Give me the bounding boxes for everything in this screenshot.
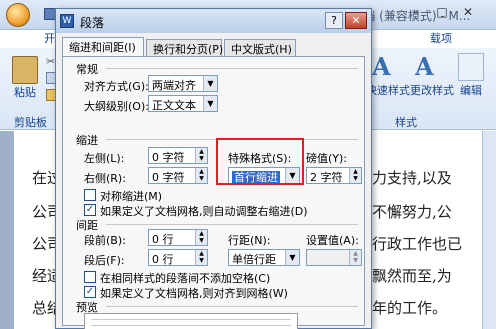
paragraph-icon: W: [60, 14, 74, 28]
tab-line-page-breaks[interactable]: 换行和分页(P): [146, 39, 223, 56]
spinner-icon[interactable]: ▲ ▼: [195, 168, 207, 183]
highlight-box: [216, 138, 304, 185]
doc-text-right: 行政工作也已: [372, 235, 463, 253]
tab-asian-typography[interactable]: 中文版式(H): [224, 39, 296, 56]
styles-group-label: 样式: [395, 116, 417, 129]
right-indent-input[interactable]: 0 字符 ▲ ▼: [148, 167, 208, 184]
left-indent-label: 左侧(L):: [84, 152, 125, 165]
spinner-icon[interactable]: ▲ ▼: [195, 148, 207, 163]
section-divider: [106, 306, 358, 307]
doc-text-right: 年的工作。: [372, 299, 448, 317]
change-styles-icon[interactable]: A: [415, 52, 434, 81]
section-divider: [106, 224, 358, 225]
chevron-down-icon[interactable]: ▼: [203, 96, 217, 111]
spinner-icon[interactable]: ▲ ▼: [349, 168, 361, 183]
line-spacing-label: 行距(N):: [228, 234, 271, 247]
tab-addins[interactable]: 载项: [430, 30, 452, 46]
doc-text-right: 飘然而至,为: [372, 267, 452, 285]
section-divider: [106, 68, 358, 69]
general-section-title: 常规: [76, 63, 98, 76]
spinner-icon[interactable]: ▲ ▼: [349, 250, 361, 265]
vertical-scrollbar[interactable]: [482, 131, 496, 329]
mirror-indents-label[interactable]: 对称缩进(M): [100, 188, 162, 204]
preview-pane: [84, 313, 298, 329]
office-button[interactable]: [6, 3, 30, 27]
close-button[interactable]: ✕: [345, 12, 367, 29]
help-button[interactable]: ?: [325, 12, 343, 29]
minimize-icon[interactable]: –: [406, 5, 426, 21]
mirror-indents-checkbox[interactable]: [84, 189, 96, 201]
alignment-label: 对齐方式(G):: [84, 80, 149, 93]
preview-line: [91, 325, 291, 326]
snap-to-grid-checkbox[interactable]: ✓: [84, 286, 96, 298]
alignment-select[interactable]: 两端对齐 ▼: [148, 75, 218, 92]
window-controls: – □ ✕: [400, 5, 490, 23]
right-indent-label: 右侧(R):: [84, 172, 126, 185]
chevron-down-icon[interactable]: ▼: [203, 76, 217, 91]
snap-to-grid-label[interactable]: 如果定义了文档网格,则对齐到网格(W): [100, 285, 288, 301]
paste-button-label[interactable]: 粘贴: [14, 84, 36, 100]
spacing-section-title: 间距: [76, 219, 98, 232]
space-before-label: 段前(B):: [84, 234, 126, 247]
maximize-icon[interactable]: □: [432, 5, 452, 21]
find-icon[interactable]: [458, 53, 484, 81]
doc-text-right: 不懈努力,公: [372, 203, 452, 221]
edit-label[interactable]: 编辑: [460, 82, 482, 98]
quick-styles-icon[interactable]: A: [372, 52, 391, 81]
space-before-input[interactable]: 0 行 ▲ ▼: [148, 229, 208, 246]
space-after-input[interactable]: 0 行 ▲ ▼: [148, 249, 208, 266]
outline-level-label: 大纲级别(O):: [84, 100, 149, 113]
no-space-same-style-label[interactable]: 在相同样式的段落间不添加空格(C): [100, 270, 270, 286]
left-indent-input[interactable]: 0 字符 ▲ ▼: [148, 147, 208, 164]
dialog-title-bar[interactable]: W 段落 ? ✕: [56, 9, 371, 33]
paragraph-dialog: W 段落 ? ✕ 缩进和间距(I) 换行和分页(P) 中文版式(H) 常规 对齐…: [55, 8, 372, 329]
at-input[interactable]: ▲ ▼: [306, 249, 362, 266]
spinner-icon[interactable]: ▲ ▼: [195, 250, 207, 265]
preview-line: [91, 319, 291, 320]
tab-indents-spacing[interactable]: 缩进和间距(I): [62, 37, 144, 56]
close-window-icon[interactable]: ✕: [458, 5, 478, 21]
outline-level-select[interactable]: 正文文本 ▼: [148, 95, 218, 112]
auto-adjust-indent-checkbox[interactable]: ✓: [84, 204, 96, 216]
spinner-icon[interactable]: ▲ ▼: [195, 230, 207, 245]
doc-text-right: 力支持,以及: [372, 169, 452, 187]
quick-styles-label[interactable]: 快速样式: [366, 82, 410, 98]
paste-icon[interactable]: [12, 56, 38, 84]
line-spacing-select[interactable]: 单倍行距 ▼: [228, 249, 300, 266]
indent-by-label: 磅值(Y):: [306, 152, 348, 165]
space-after-label: 段后(F):: [84, 254, 125, 267]
indentation-section-title: 缩进: [76, 134, 98, 147]
indent-by-input[interactable]: 2 字符 ▲ ▼: [306, 167, 362, 184]
clipboard-group-label: 剪贴板: [14, 116, 47, 129]
at-label: 设置值(A):: [306, 234, 359, 247]
no-space-same-style-checkbox[interactable]: [84, 271, 96, 283]
chevron-down-icon[interactable]: ▼: [285, 250, 299, 265]
auto-adjust-indent-label[interactable]: 如果定义了文档网格,则自动调整右缩进(D): [100, 203, 308, 219]
change-styles-label[interactable]: 更改样式: [410, 82, 454, 98]
dialog-title: 段落: [80, 16, 105, 30]
